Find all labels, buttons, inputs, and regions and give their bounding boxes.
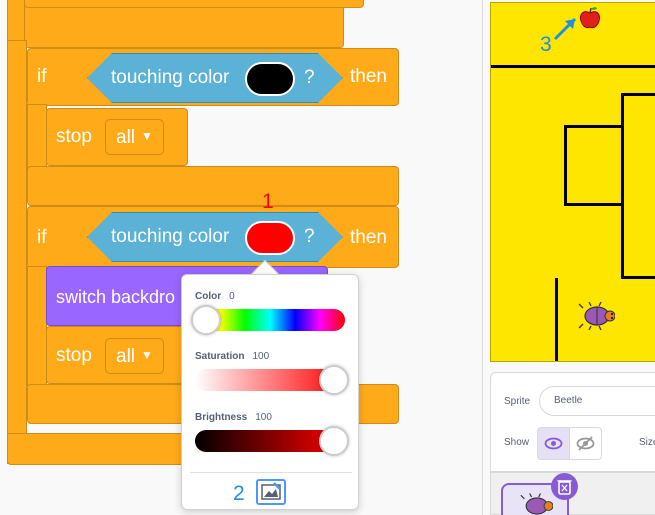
then-label-1: then [350, 66, 387, 87]
eye-icon [544, 437, 563, 450]
maze-wall [621, 93, 624, 278]
if-block-2-label: if [37, 227, 47, 248]
brightness-slider-label: Brightness 100 [195, 412, 272, 423]
color-picker-popup[interactable]: Color 0 Saturation 100 Brightness 100 2 [181, 274, 359, 510]
brightness-value: 100 [255, 412, 272, 423]
color-label-text: Color [195, 291, 222, 302]
sprite-name-input[interactable]: Beetle [539, 386, 655, 416]
touching-color-block-2[interactable]: touching color ? [87, 212, 343, 262]
sprite-info-panel: Sprite Beetle Show Size [490, 372, 655, 472]
beetle-thumbnail-icon [520, 493, 553, 515]
question-mark-1: ? [304, 67, 315, 88]
sprite-list [490, 472, 655, 515]
if-block-2-arm[interactable] [27, 266, 47, 386]
eyedropper-icon [261, 482, 281, 500]
beetle-sprite-icon [578, 301, 615, 331]
maze-wall [621, 93, 655, 96]
eye-slash-icon [576, 436, 595, 451]
picker-divider [190, 472, 352, 473]
panel-divider [482, 0, 483, 515]
color-swatch-black[interactable] [245, 62, 295, 96]
touching-color-label-1: touching color [111, 67, 230, 88]
stop-dropdown-value-2: all [116, 346, 136, 367]
saturation-value: 100 [252, 351, 270, 362]
annotation-number-2: 2 [233, 482, 245, 505]
maze-wall [564, 203, 624, 206]
stop-dropdown-2[interactable]: all ▼ [105, 338, 164, 374]
saturation-slider-knob[interactable] [319, 365, 349, 395]
stop-label-1: stop [56, 126, 92, 147]
chevron-down-icon: ▼ [141, 129, 153, 143]
maze-wall [491, 65, 655, 68]
maze-wall [555, 278, 558, 361]
annotation-number-3: 3 [540, 33, 552, 56]
if-block-1-bottom[interactable] [27, 166, 399, 206]
maze-wall [564, 125, 624, 128]
brightness-slider-knob[interactable] [319, 426, 349, 456]
brightness-label-text: Brightness [195, 412, 248, 423]
color-slider-knob[interactable] [191, 305, 221, 335]
top-block-cap[interactable] [24, 0, 364, 8]
stop-dropdown-value-1: all [116, 127, 136, 148]
saturation-label-text: Saturation [195, 351, 245, 362]
eyedropper-button[interactable] [256, 479, 286, 505]
size-label: Size [639, 437, 655, 448]
question-mark-2: ? [304, 226, 315, 247]
outer-c-block-spine[interactable] [7, 40, 27, 464]
stage-canvas[interactable]: 3 [490, 2, 655, 362]
if-block-1-label: if [37, 66, 47, 87]
maze-wall [564, 125, 567, 205]
sprite-name-value: Beetle [554, 395, 583, 406]
color-slider-label: Color 0 [195, 291, 235, 302]
maze-wall [621, 276, 655, 279]
then-label-2: then [350, 227, 387, 248]
if-block-1-arm[interactable] [27, 104, 47, 174]
touching-color-block-1[interactable]: touching color ? [87, 53, 343, 103]
color-value: 0 [229, 291, 235, 302]
sprite-label: Sprite [504, 396, 531, 407]
arrow-icon [553, 17, 577, 41]
annotation-number-1: 1 [262, 190, 274, 213]
outer-c-block-bottom[interactable] [7, 433, 207, 465]
touching-color-label-2: touching color [111, 226, 230, 247]
switch-backdrop-label: switch backdro [56, 287, 176, 307]
chevron-down-icon: ▼ [141, 348, 153, 362]
delete-sprite-button[interactable] [551, 473, 578, 500]
stop-label-2: stop [56, 345, 92, 366]
trash-icon [557, 480, 572, 495]
show-sprite-button[interactable] [537, 427, 570, 460]
saturation-slider-label: Saturation 100 [195, 351, 269, 362]
hide-sprite-button[interactable] [569, 427, 602, 460]
show-label: Show [504, 437, 530, 448]
stop-dropdown-1[interactable]: all ▼ [105, 119, 164, 155]
color-swatch-red[interactable] [245, 221, 295, 255]
